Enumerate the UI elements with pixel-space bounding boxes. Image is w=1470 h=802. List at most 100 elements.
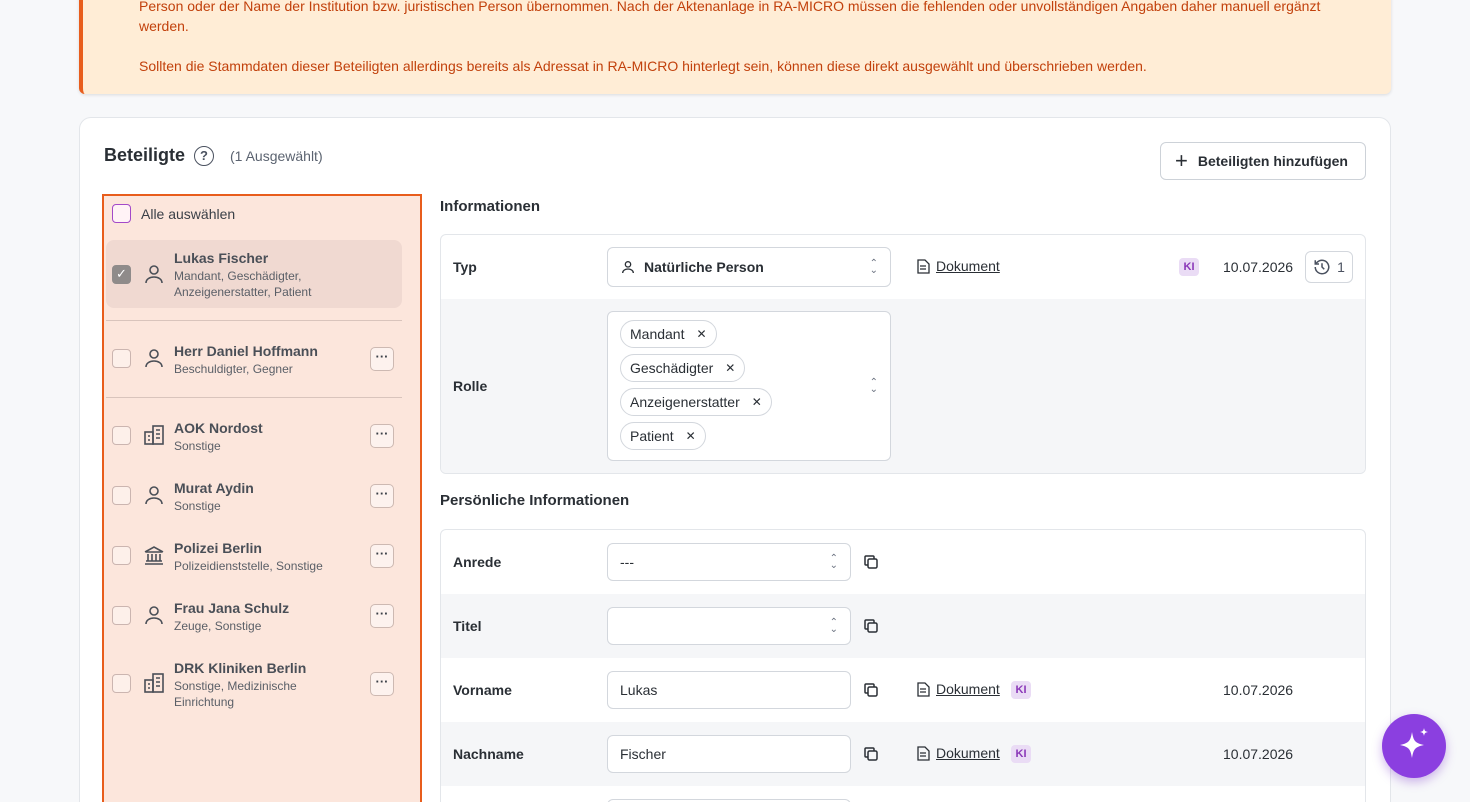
- participant-checkbox[interactable]: [112, 674, 131, 693]
- typ-value: Natürliche Person: [644, 259, 764, 275]
- next-row: [441, 786, 1365, 802]
- chevron-updown-icon: ⌃ ⌄: [869, 258, 878, 276]
- participant-name: Polizei Berlin: [174, 540, 262, 556]
- date-value: 10.07.2026: [1223, 259, 1294, 275]
- help-icon[interactable]: ?: [194, 146, 214, 166]
- person-icon: [145, 606, 163, 625]
- history-button[interactable]: 1: [1305, 251, 1353, 283]
- chevron-updown-icon: ⌃ ⌄: [869, 377, 878, 395]
- ki-badge: KI: [1011, 745, 1031, 763]
- person-icon: [145, 349, 163, 368]
- participant-item[interactable]: AOK Nordost Sonstige ···: [106, 410, 402, 462]
- copy-icon[interactable]: [863, 618, 879, 634]
- participant-roles: Beschuldigter, Gegner: [174, 362, 293, 376]
- select-all[interactable]: Alle auswählen: [112, 204, 235, 223]
- list-divider: [106, 320, 402, 321]
- chevron-updown-icon: ⌃ ⌄: [829, 553, 838, 571]
- participant-item[interactable]: Herr Daniel Hoffmann Beschuldigter, Gegn…: [106, 332, 402, 386]
- participant-checkbox[interactable]: [112, 606, 131, 625]
- participant-name: Murat Aydin: [174, 480, 254, 496]
- copy-icon[interactable]: [863, 682, 879, 698]
- institution-icon: [144, 546, 164, 565]
- select-all-checkbox[interactable]: [112, 204, 131, 223]
- role-chip: Anzeigenerstatter ✕: [620, 388, 772, 416]
- selected-count: (1 Ausgewählt): [230, 148, 323, 164]
- remove-icon[interactable]: ✕: [696, 327, 706, 341]
- participant-roles: Mandant, Geschädigter, Anzeigenerstatter…: [174, 269, 312, 299]
- more-options-button[interactable]: ···: [370, 544, 394, 568]
- document-link[interactable]: Dokument: [917, 681, 1000, 697]
- document-icon: [917, 681, 930, 697]
- participant-item[interactable]: Polizei Berlin Polizeidienststelle, Sons…: [106, 530, 402, 582]
- typ-label: Typ: [453, 259, 477, 275]
- rolle-multiselect[interactable]: Mandant ✕ Geschädigter ✕ Anzeigenerstatt…: [607, 311, 891, 461]
- person-icon: [145, 265, 163, 284]
- person-icon: [145, 486, 163, 505]
- role-chip-label: Mandant: [630, 326, 685, 342]
- participant-name: Herr Daniel Hoffmann: [174, 343, 318, 359]
- participant-name: Lukas Fischer: [174, 250, 269, 266]
- copy-icon[interactable]: [863, 746, 879, 762]
- nachname-row: Nachname Fischer Dokument KI 10.07.2026: [441, 722, 1365, 786]
- anrede-select[interactable]: --- ⌃ ⌄: [607, 543, 851, 581]
- participant-item[interactable]: Murat Aydin Sonstige ···: [106, 470, 402, 522]
- remove-icon[interactable]: ✕: [686, 429, 696, 443]
- participant-roles: Polizeidienststelle, Sonstige: [174, 559, 323, 573]
- remove-icon[interactable]: ✕: [752, 395, 762, 409]
- list-divider: [106, 397, 402, 398]
- participant-item[interactable]: DRK Kliniken Berlin Sonstige, Medizinisc…: [106, 650, 402, 718]
- info-panel: Typ Natürliche Person ⌃ ⌄ Dokument KI 10.…: [440, 234, 1366, 474]
- participant-roles: Sonstige, Medizinische Einrichtung: [174, 679, 297, 709]
- titel-select[interactable]: ⌃ ⌄: [607, 607, 851, 645]
- add-participant-label: Beteiligten hinzufügen: [1197, 153, 1348, 169]
- rolle-label: Rolle: [453, 378, 488, 394]
- participant-roles: Zeuge, Sonstige: [174, 619, 262, 633]
- history-count: 1: [1337, 259, 1345, 275]
- participant-checkbox[interactable]: [112, 426, 131, 445]
- copy-icon[interactable]: [863, 554, 879, 570]
- document-link[interactable]: Dokument: [917, 745, 1000, 761]
- role-chip-label: Anzeigenerstatter: [630, 394, 740, 410]
- remove-icon[interactable]: ✕: [725, 361, 735, 375]
- participant-name: AOK Nordost: [174, 420, 263, 436]
- participant-item[interactable]: ✓ Lukas Fischer Mandant, Geschädigter, A…: [106, 240, 402, 308]
- nachname-input[interactable]: Fischer: [607, 735, 851, 773]
- more-options-button[interactable]: ···: [370, 484, 394, 508]
- more-options-button[interactable]: ···: [370, 424, 394, 448]
- participant-name: Frau Jana Schulz: [174, 600, 290, 616]
- more-options-button[interactable]: ···: [370, 347, 394, 371]
- participant-checkbox[interactable]: [112, 349, 131, 368]
- role-chip: Patient ✕: [620, 422, 706, 450]
- typ-row: Typ Natürliche Person ⌃ ⌄ Dokument KI 10.…: [441, 235, 1365, 299]
- more-options-button[interactable]: ···: [370, 672, 394, 696]
- anrede-value: ---: [620, 554, 634, 570]
- participant-roles: Sonstige: [174, 439, 221, 453]
- building-icon: [144, 673, 164, 693]
- sparkle-icon: [1400, 728, 1428, 758]
- typ-select[interactable]: Natürliche Person ⌃ ⌄: [607, 247, 891, 287]
- titel-row: Titel ⌃ ⌄: [441, 594, 1365, 658]
- personal-section-title: Persönliche Informationen: [440, 492, 630, 509]
- document-link[interactable]: Dokument: [917, 258, 1000, 274]
- anrede-row: Anrede --- ⌃ ⌄: [441, 530, 1365, 594]
- warning-notice: Person oder der Name der Institution bzw…: [79, 0, 1391, 94]
- more-options-button[interactable]: ···: [370, 604, 394, 628]
- participant-checkbox[interactable]: [112, 486, 131, 505]
- participant-checkbox[interactable]: ✓: [112, 265, 131, 284]
- ki-badge: KI: [1011, 681, 1031, 699]
- participant-item[interactable]: Frau Jana Schulz Zeuge, Sonstige ···: [106, 590, 402, 642]
- date-value: 10.07.2026: [1223, 682, 1294, 698]
- nachname-label: Nachname: [453, 746, 524, 762]
- participant-name: DRK Kliniken Berlin: [174, 660, 307, 676]
- vorname-label: Vorname: [453, 682, 512, 698]
- building-icon: [144, 425, 164, 445]
- titel-label: Titel: [453, 618, 482, 634]
- role-chip-label: Patient: [630, 428, 674, 444]
- vorname-input[interactable]: Lukas: [607, 671, 851, 709]
- participant-checkbox[interactable]: [112, 546, 131, 565]
- role-chip-label: Geschädigter: [630, 360, 714, 376]
- personal-panel: Anrede --- ⌃ ⌄ Titel ⌃ ⌄ Vorname Lukas Dok…: [440, 529, 1366, 802]
- add-participant-button[interactable]: + Beteiligten hinzufügen: [1160, 142, 1366, 180]
- info-section-title: Informationen: [440, 198, 540, 215]
- ai-assistant-button[interactable]: [1382, 714, 1446, 778]
